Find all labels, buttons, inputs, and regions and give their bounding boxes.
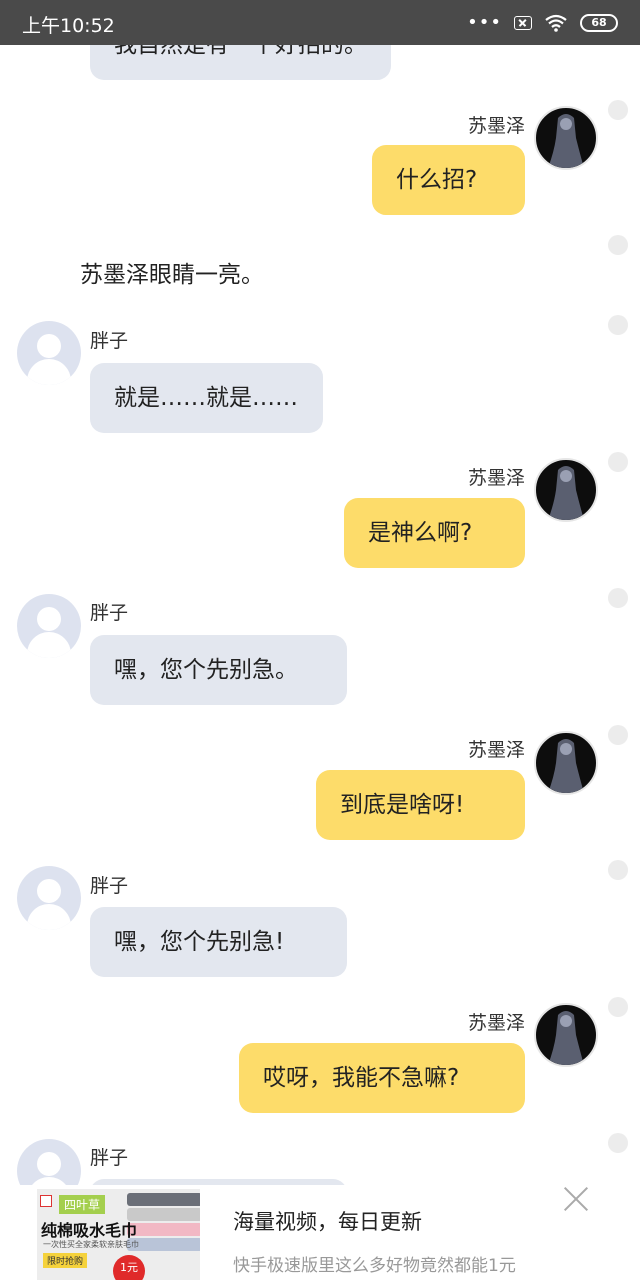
select-dot[interactable] bbox=[608, 235, 628, 255]
ad-cta: 限时抢购 bbox=[43, 1253, 88, 1268]
message-bubble: 就是……就是…… bbox=[90, 363, 323, 433]
sender-name: 胖子 bbox=[90, 330, 129, 352]
no-sim-icon bbox=[514, 16, 532, 30]
avatar-sumoze[interactable] bbox=[534, 106, 598, 170]
ad-brand: 四叶草 bbox=[59, 1195, 106, 1214]
sender-name: 胖子 bbox=[90, 602, 129, 624]
sender-name: 苏墨泽 bbox=[467, 739, 525, 761]
status-icons: ••• 68 bbox=[467, 12, 618, 34]
select-dot[interactable] bbox=[608, 725, 628, 745]
message-text: 哎呀，我能不急嘛? bbox=[263, 1065, 460, 1091]
close-icon[interactable] bbox=[562, 1185, 590, 1213]
message-text: 嘿，您个先别急。 bbox=[114, 657, 298, 683]
avatar-pangzi[interactable] bbox=[17, 594, 81, 658]
more-dots-icon: ••• bbox=[467, 12, 502, 33]
ad-product-name: 纯棉吸水毛巾 bbox=[41, 1221, 138, 1240]
message-bubble: 什么招? bbox=[372, 145, 525, 215]
select-dot[interactable] bbox=[608, 100, 628, 120]
sender-name: 苏墨泽 bbox=[467, 1012, 525, 1034]
ad-logo-icon bbox=[40, 1195, 52, 1207]
message-bubble: 嘿，您个先别急。 bbox=[90, 635, 347, 705]
ad-banner[interactable]: 四叶草 纯棉吸水毛巾 一次性买全家柔软亲肤毛巾 限时抢购 1元 海量视频，每日更… bbox=[0, 1185, 640, 1280]
ad-description[interactable]: 快手极速版里这么多好物竟然都能1元 bbox=[233, 1251, 516, 1276]
message-bubble: 哎呀，我能不急嘛? bbox=[239, 1043, 525, 1113]
sender-name: 胖子 bbox=[90, 875, 129, 897]
select-dot[interactable] bbox=[608, 452, 628, 472]
status-bar: 上午10:52 ••• 68 bbox=[0, 0, 640, 45]
avatar-sumoze[interactable] bbox=[534, 458, 598, 522]
avatar-sumoze[interactable] bbox=[534, 731, 598, 795]
chat-view[interactable]: 我自然是有一个好招的。 苏墨泽 什么招? 苏墨泽眼睛一亮。 胖子 就是……就是…… bbox=[0, 45, 640, 1185]
message-text: 嘿，您个先别急! bbox=[114, 929, 285, 955]
select-dot[interactable] bbox=[608, 860, 628, 880]
select-dot[interactable] bbox=[608, 588, 628, 608]
message-text: 是神么啊? bbox=[368, 520, 473, 546]
select-dot[interactable] bbox=[608, 1133, 628, 1153]
message-bubble: 到底是啥呀! bbox=[316, 770, 525, 840]
select-dot[interactable] bbox=[608, 997, 628, 1017]
sender-name: 胖子 bbox=[90, 1147, 129, 1169]
narration-text: 苏墨泽眼睛一亮。 bbox=[80, 262, 264, 288]
ad-image[interactable]: 四叶草 纯棉吸水毛巾 一次性买全家柔软亲肤毛巾 限时抢购 1元 bbox=[37, 1189, 200, 1280]
message-bubble: 是神么啊? bbox=[344, 498, 525, 568]
ad-price-tag: 1元 bbox=[113, 1255, 145, 1280]
avatar-pangzi[interactable] bbox=[17, 1139, 81, 1185]
sender-name: 苏墨泽 bbox=[467, 467, 525, 489]
sender-name: 苏墨泽 bbox=[467, 115, 525, 137]
message-text: 就是……就是…… bbox=[114, 385, 298, 411]
avatar-sumoze[interactable] bbox=[534, 1003, 598, 1067]
message-bubble: 嘿，您个先别急! bbox=[90, 907, 347, 977]
message-text: 什么招? bbox=[396, 167, 478, 193]
message-text: 我自然是有一个好招的。 bbox=[114, 45, 367, 58]
avatar-pangzi[interactable] bbox=[17, 321, 81, 385]
ad-title[interactable]: 海量视频，每日更新 bbox=[233, 1206, 422, 1236]
avatar-pangzi[interactable] bbox=[17, 866, 81, 930]
wifi-icon bbox=[545, 14, 567, 32]
message-text: 到底是啥呀! bbox=[340, 792, 465, 818]
status-time: 上午10:52 bbox=[22, 15, 115, 37]
battery-indicator: 68 bbox=[580, 14, 618, 32]
select-dot[interactable] bbox=[608, 315, 628, 335]
ad-product-subtitle: 一次性买全家柔软亲肤毛巾 bbox=[43, 1240, 139, 1249]
message-bubble: 我自然是有一个好招的。 bbox=[90, 45, 391, 80]
